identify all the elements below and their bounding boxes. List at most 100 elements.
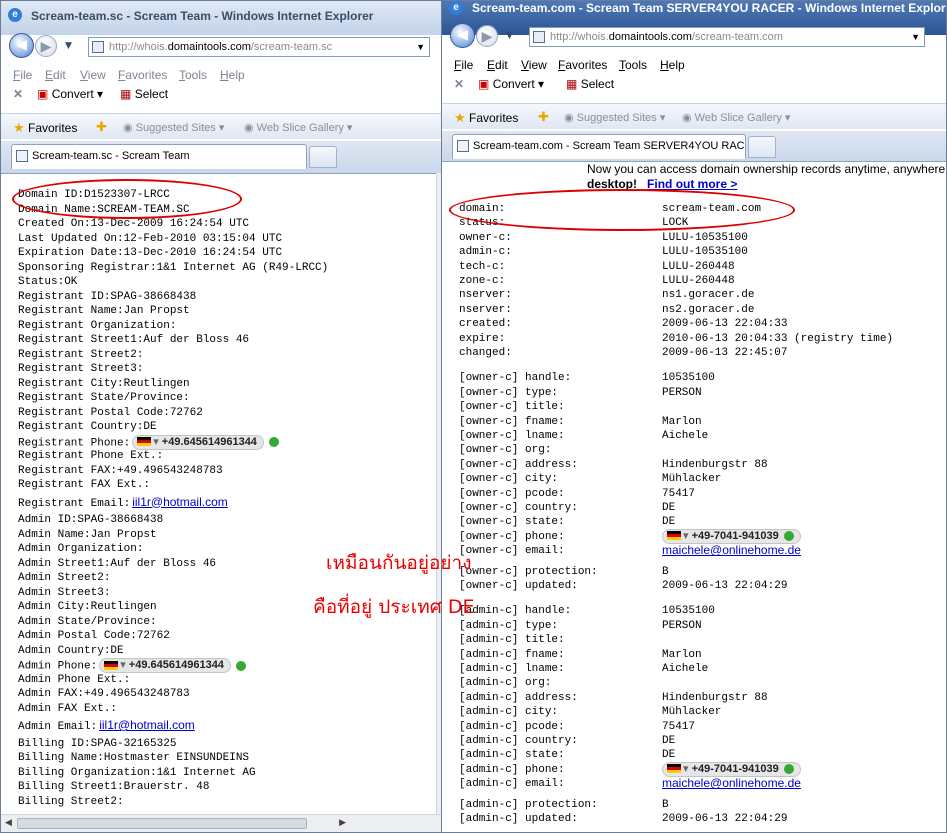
menu-view[interactable]: View <box>80 68 106 82</box>
page-icon <box>457 140 469 152</box>
registrant-email-link[interactable]: iil1r@hotmail.com <box>132 495 228 509</box>
forward-arrow-icon[interactable]: ▶ <box>476 25 498 47</box>
call-icon[interactable] <box>783 763 794 774</box>
field-label: [owner-c] handle: <box>459 372 572 385</box>
whois-line: Admin Postal Code:72762 <box>18 630 170 642</box>
call-icon[interactable] <box>268 437 279 447</box>
scroll-thumb[interactable] <box>17 818 307 829</box>
field-label: [owner-c] address: <box>459 458 578 471</box>
field-label: [owner-c] city: <box>459 473 559 486</box>
back-arrow-icon[interactable]: ◀ <box>450 23 475 48</box>
whois-line: Last Updated On:12-Feb-2010 03:15:04 UTC <box>18 232 283 245</box>
menu-edit[interactable]: Edit <box>487 58 508 72</box>
menu-help[interactable]: Help <box>220 68 245 82</box>
field-value: ns2.goracer.de <box>662 303 755 316</box>
favorites-button[interactable]: ★ Favorites <box>13 120 77 136</box>
left-active-tab[interactable]: Scream-team.sc - Scream Team <box>11 144 307 169</box>
menu-favorites[interactable]: Favorites <box>118 68 167 82</box>
menu-favorites[interactable]: Favorites <box>558 58 607 72</box>
menu-view[interactable]: View <box>521 58 547 72</box>
menu-file[interactable]: File <box>13 68 32 82</box>
ie-icon: e <box>449 1 463 15</box>
field-label: nserver: <box>459 289 512 302</box>
admin-c-email-link[interactable]: maichele@onlinehome.de <box>662 776 801 790</box>
admin-c-phone-value[interactable]: ▾ +49-7041-941039 <box>662 761 801 777</box>
back-arrow-icon[interactable]: ◀ <box>9 33 34 58</box>
menu-help[interactable]: Help <box>660 58 685 72</box>
field-value: PERSON <box>662 619 702 632</box>
highlight-ellipse-right <box>449 189 795 231</box>
call-icon[interactable] <box>235 660 246 671</box>
chevron-down-icon: ▾ <box>153 435 162 448</box>
germany-flag-icon <box>667 764 681 774</box>
admin-email-link[interactable]: iil1r@hotmail.com <box>99 718 195 732</box>
left-address-bar[interactable]: http://whois.domaintools.com/scream-team… <box>88 37 430 57</box>
select-icon: ▦ <box>566 77 578 91</box>
new-tab-button[interactable] <box>748 136 776 158</box>
whois-row: [owner-c] handle: 10535100 <box>459 371 715 385</box>
favorites-star-icon: ★ <box>13 120 25 135</box>
menu-tools[interactable]: Tools <box>179 68 207 82</box>
right-active-tab[interactable]: Scream-team.com - Scream Team SERVER4YOU… <box>452 134 746 159</box>
left-title-bar[interactable]: e Scream-team.sc - Scream Team - Windows… <box>1 1 446 35</box>
field-label: zone-c: <box>459 275 506 287</box>
web-slice-gallery-link[interactable]: ◉ Web Slice Gallery ▾ <box>244 121 352 134</box>
whois-line: Registrant ID:SPAG-38668438 <box>18 290 197 303</box>
stop-icon[interactable]: ✕ <box>13 87 23 101</box>
add-favorites-icon[interactable]: ✚ <box>96 119 107 135</box>
whois-line: Admin Name:Jan Propst <box>18 528 157 541</box>
suggested-sites-link[interactable]: ◉ Suggested Sites ▾ <box>564 111 665 124</box>
convert-button[interactable]: ▣ Convert ▾ <box>37 87 103 101</box>
whois-line: Admin ID:SPAG-38668438 <box>18 514 164 526</box>
promo-banner: Now you can access domain ownership reco… <box>587 162 946 191</box>
registrant-phone: Registrant Phone: ▾ +49.645614961344 <box>18 434 279 450</box>
field-value: PERSON <box>662 386 702 399</box>
left-menu-bar: File Edit View Favorites Tools Help <box>1 67 446 85</box>
menu-edit[interactable]: Edit <box>45 68 66 82</box>
whois-row: zone-c: LULU-260448 <box>459 274 735 288</box>
right-favorites-bar: ★ Favorites ✚ ◉ Suggested Sites ▾ ◉ Web … <box>442 103 946 129</box>
scroll-left-arrow-icon[interactable]: ◀ <box>5 818 12 828</box>
left-command-bar: ✕ ▣ Convert ▾ ▦ Select <box>1 87 446 107</box>
field-value: LULU-10535100 <box>662 231 748 244</box>
field-label: [admin-c] updated: <box>459 813 578 825</box>
field-label: [owner-c] country: <box>459 502 578 514</box>
web-slice-gallery-link[interactable]: ◉ Web Slice Gallery ▾ <box>682 111 790 124</box>
registrant-phone-value[interactable]: ▾ +49.645614961344 <box>132 434 264 450</box>
whois-line: Registrant Name:Jan Propst <box>18 305 190 317</box>
chevron-down-icon[interactable]: ▼ <box>506 31 513 41</box>
left-browser-window: e Scream-team.sc - Scream Team - Windows… <box>0 0 447 833</box>
favorites-button[interactable]: ★ Favorites <box>454 110 518 126</box>
whois-line: Billing Name:Hostmaster EINSUNDEINS <box>18 752 250 764</box>
menu-tools[interactable]: Tools <box>619 58 647 72</box>
field-label: [admin-c] phone: <box>459 763 565 776</box>
owner-email-link[interactable]: maichele@onlinehome.de <box>662 543 801 557</box>
suggested-sites-link[interactable]: ◉ Suggested Sites ▾ <box>123 121 224 134</box>
owner-phone-value[interactable]: ▾ +49-7041-941039 <box>662 528 801 544</box>
whois-line: Billing ID:SPAG-32165325 <box>18 737 177 750</box>
convert-button[interactable]: ▣ Convert ▾ <box>478 77 544 91</box>
select-button[interactable]: ▦ Select <box>566 77 614 91</box>
whois-row: [owner-c] pcode: 75417 <box>459 487 695 501</box>
address-dropdown-icon[interactable]: ▼ <box>911 28 920 46</box>
forward-arrow-icon[interactable]: ▶ <box>35 35 57 57</box>
whois-line: Admin City:Reutlingen <box>18 601 157 613</box>
field-value: 75417 <box>662 487 696 500</box>
menu-file[interactable]: File <box>454 58 473 72</box>
right-address-bar[interactable]: http://whois.domaintools.com/scream-team… <box>529 27 925 47</box>
field-label: Admin Email: <box>18 721 98 733</box>
select-button[interactable]: ▦ Select <box>120 87 168 101</box>
new-tab-button[interactable] <box>309 146 337 168</box>
stop-icon[interactable]: ✕ <box>454 77 464 91</box>
scroll-right-arrow-icon[interactable]: ▶ <box>339 818 346 828</box>
address-dropdown-icon[interactable]: ▼ <box>416 38 425 56</box>
field-label: expire: <box>459 332 506 345</box>
call-icon[interactable] <box>783 530 794 541</box>
chevron-down-icon[interactable]: ▼ <box>65 41 72 51</box>
left-horizontal-scrollbar[interactable]: ◀ ▶ <box>1 814 446 832</box>
field-label: [admin-c] state: <box>459 749 565 762</box>
field-label: [admin-c] handle: <box>459 605 572 618</box>
admin-phone-value[interactable]: ▾ +49.645614961344 <box>99 658 231 673</box>
whois-row: [owner-c] org: <box>459 443 551 457</box>
add-favorites-icon[interactable]: ✚ <box>538 109 549 125</box>
